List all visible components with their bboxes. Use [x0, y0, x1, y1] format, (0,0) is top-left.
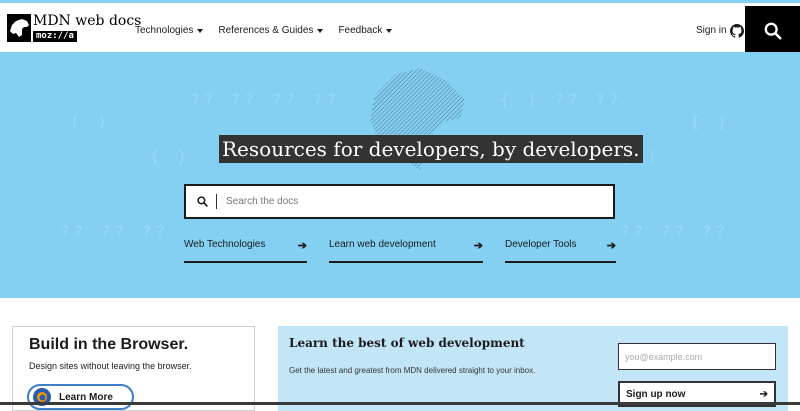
decorative-pattern: { } ?? ??	[500, 90, 623, 109]
github-icon	[729, 23, 744, 38]
sign-in-label: Sign in	[696, 25, 727, 36]
newsletter-section: Learn the best of web development Get th…	[278, 326, 788, 411]
logo-title: MDN web docs	[33, 13, 142, 29]
newsletter-text: Get the latest and greatest from MDN del…	[289, 366, 536, 375]
search-divider	[216, 194, 217, 209]
dinosaur-logo-icon	[7, 14, 31, 42]
link-developer-tools[interactable]: Developer Tools ➔	[505, 239, 616, 263]
card-title: Build in the Browser.	[29, 336, 189, 353]
newsletter-title: Learn the best of web development	[289, 336, 525, 350]
search-icon	[764, 22, 781, 39]
nav-technologies[interactable]: Technologies	[135, 25, 204, 36]
card-text: Design sites without leaving the browser…	[29, 361, 192, 371]
nav-feedback[interactable]: Feedback	[338, 25, 393, 36]
arrow-right-icon: ➔	[473, 240, 483, 252]
link-learn-web-development[interactable]: Learn web development ➔	[329, 239, 483, 263]
docs-search-input[interactable]	[226, 196, 586, 207]
decorative-pattern: { }	[150, 147, 191, 166]
nav-label: Technologies	[135, 25, 194, 36]
decorative-pattern: ?? ?? ??	[620, 222, 730, 241]
build-in-browser-card: Build in the Browser. Design sites witho…	[12, 326, 255, 411]
decorative-pattern: ?? ?? ??	[60, 222, 170, 241]
nav-references-guides[interactable]: References & Guides	[218, 25, 324, 36]
link-label: Learn web development	[329, 239, 436, 250]
hero-title: Resources for developers, by developers.	[219, 135, 643, 163]
caret-down-icon	[197, 28, 204, 33]
learn-more-label: Learn More	[59, 391, 113, 403]
decorative-pattern: ( )	[70, 112, 111, 131]
link-label: Developer Tools	[505, 239, 577, 250]
email-field[interactable]	[618, 343, 776, 370]
arrow-right-icon: ➔	[297, 240, 307, 252]
link-web-technologies[interactable]: Web Technologies ➔	[184, 239, 307, 263]
site-header: MDN web docs moz://a Technologies Refere…	[0, 3, 800, 55]
main-nav: Technologies References & Guides Feedbac…	[135, 6, 407, 55]
sign-in-link[interactable]: Sign in	[696, 6, 744, 55]
header-search-button[interactable]	[745, 6, 800, 55]
docs-search-box[interactable]	[184, 184, 615, 219]
arrow-right-icon: ➔	[606, 240, 616, 252]
caret-down-icon	[317, 28, 324, 33]
search-icon	[197, 196, 208, 207]
link-label: Web Technologies	[184, 239, 266, 250]
nav-label: References & Guides	[218, 25, 314, 36]
learn-more-button[interactable]: Learn More	[27, 384, 134, 410]
decorative-pattern: ?? ?? ?? ??	[190, 90, 340, 109]
hero-banner: ?? ?? ?? ?? { } ?? ?? ( ) { } { } { } ??…	[0, 52, 800, 298]
mdn-logo[interactable]: MDN web docs moz://a	[7, 14, 141, 42]
caret-down-icon	[386, 28, 393, 33]
arrow-right-icon: ➔	[759, 388, 768, 400]
sign-up-label: Sign up now	[626, 388, 686, 400]
decorative-pattern: { }	[690, 112, 731, 131]
nav-label: Feedback	[338, 25, 383, 36]
mozilla-wordmark: moz://a	[33, 31, 77, 42]
